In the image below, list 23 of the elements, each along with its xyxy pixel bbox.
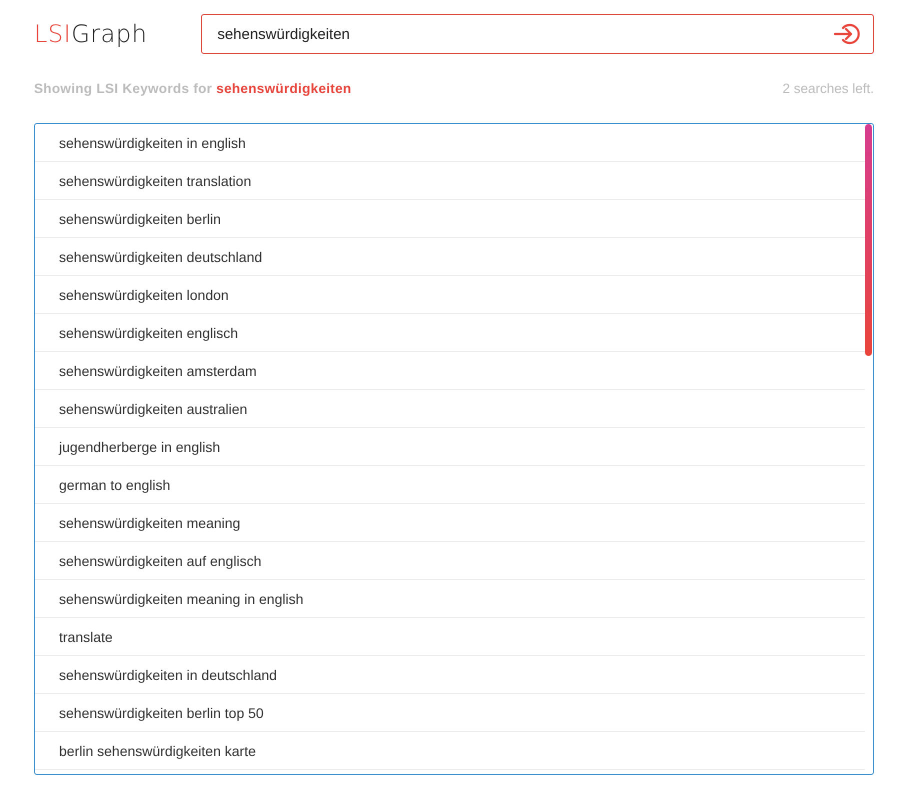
keyword-item[interactable]: jugendherberge in english: [35, 428, 865, 466]
keyword-item[interactable]: sehenswürdigkeiten auf englisch: [35, 542, 865, 580]
keyword-item[interactable]: sehenswürdigkeiten deutschland: [35, 238, 865, 276]
logo: LSI Graph: [34, 19, 148, 49]
keyword-item[interactable]: sehenswürdigkeiten berlin top 50: [35, 694, 865, 732]
keyword-item[interactable]: sehenswürdigkeiten englisch: [35, 314, 865, 352]
scrollbar-thumb[interactable]: [865, 124, 872, 356]
keyword-item[interactable]: sehenswürdigkeiten in deutschland: [35, 656, 865, 694]
keyword-item[interactable]: german to english: [35, 466, 865, 504]
keyword-item[interactable]: berlin sehenswürdigkeiten karte: [35, 732, 865, 770]
keyword-item[interactable]: sehenswürdigkeiten london: [35, 276, 865, 314]
search-field[interactable]: sehenswürdigkeiten: [201, 14, 874, 54]
keyword-item[interactable]: sehenswürdigkeiten amsterdam: [35, 352, 865, 390]
keyword-item[interactable]: sehenswürdigkeiten meaning: [35, 504, 865, 542]
keyword-item[interactable]: sehenswürdigkeiten translation: [35, 162, 865, 200]
searches-left: 2 searches left.: [782, 81, 874, 96]
keyword-item[interactable]: sehenswürdigkeiten meaning in english: [35, 580, 865, 618]
keyword-item[interactable]: translate: [35, 618, 865, 656]
keyword-item[interactable]: sehenswürdigkeiten australien: [35, 390, 865, 428]
submit-button[interactable]: [834, 23, 860, 45]
results-caption: Showing LSI Keywords for sehenswürdigkeiten: [34, 81, 352, 96]
keyword-item[interactable]: sehenswürdigkeiten in english: [35, 124, 865, 162]
keyword-item[interactable]: sehenswürdigkeiten berlin: [35, 200, 865, 238]
